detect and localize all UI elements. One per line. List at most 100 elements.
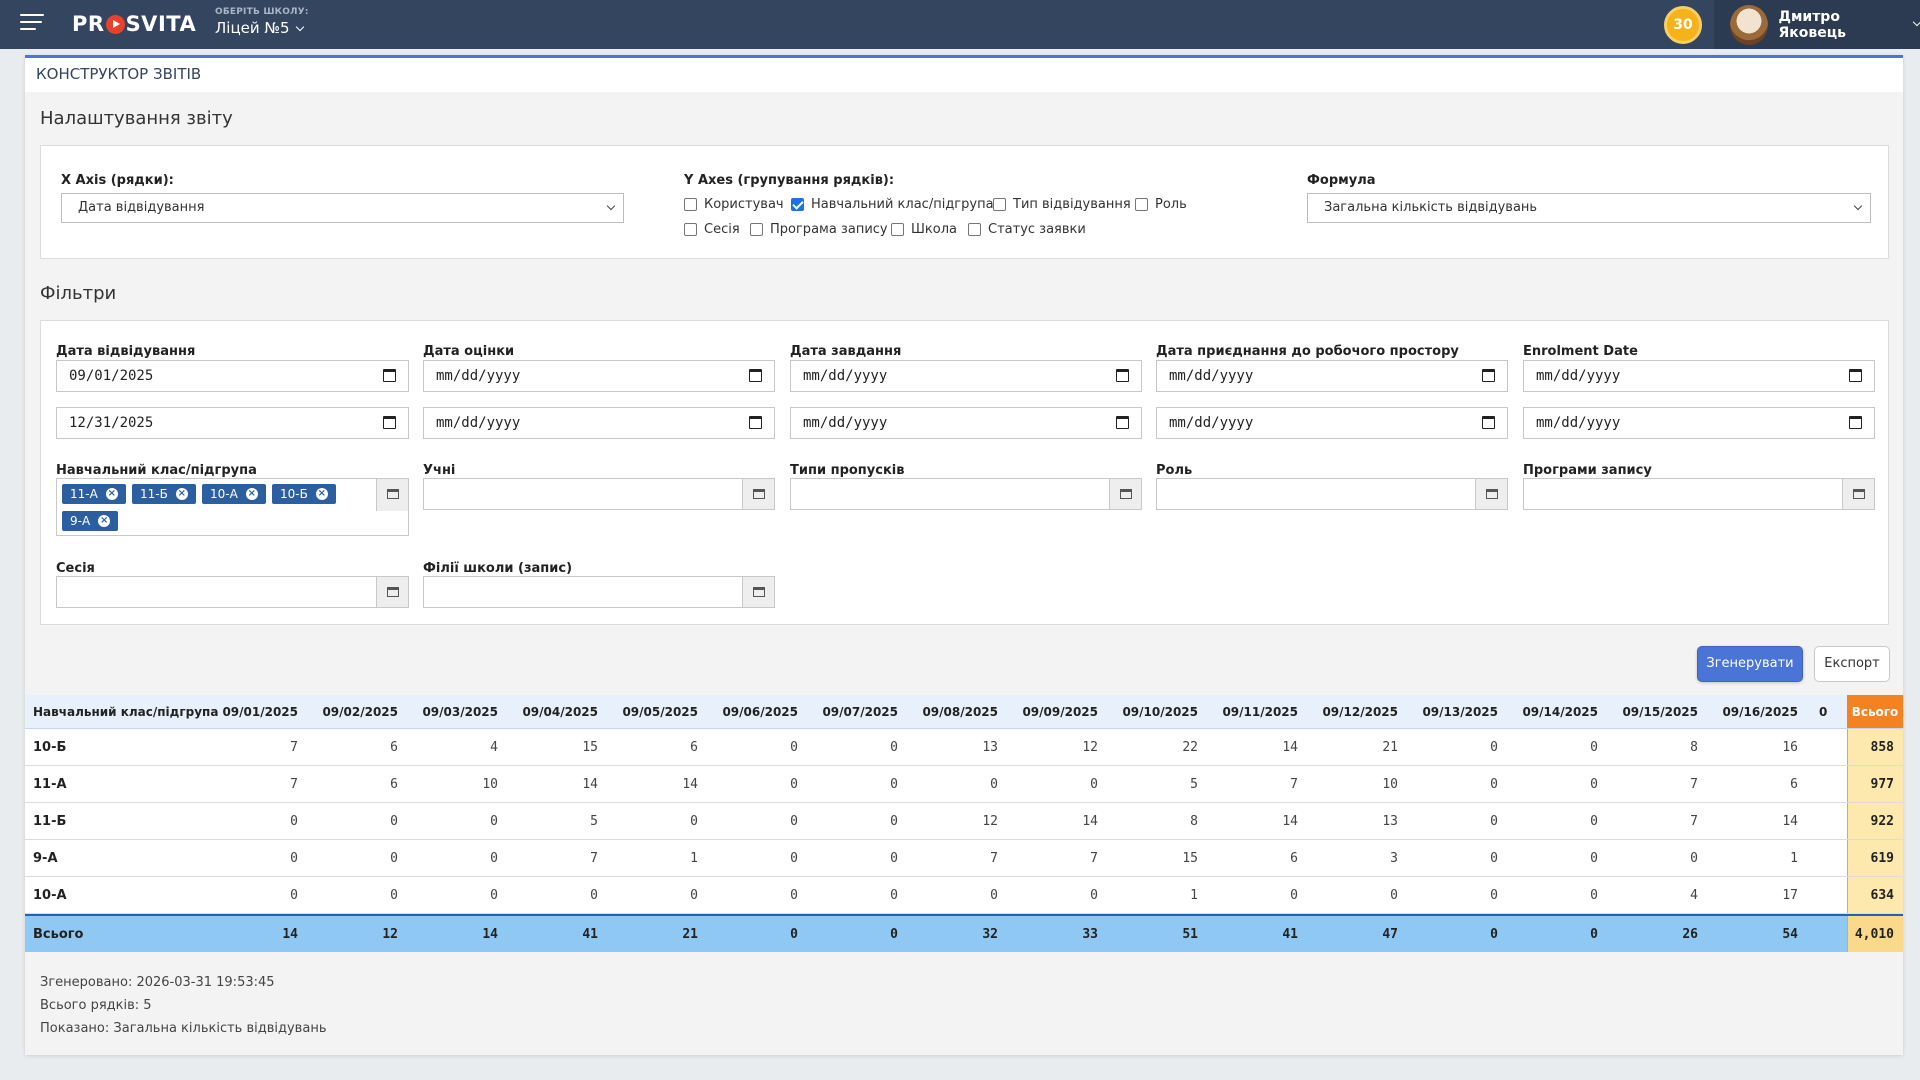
class-tag[interactable]: 10-А × [202, 484, 266, 504]
grade-date-to[interactable]: mm/dd/yyyy [423, 407, 775, 439]
calendar-icon[interactable] [749, 416, 762, 429]
generate-button[interactable]: Згенерувати [1697, 646, 1803, 682]
table-cell: 21 [682, 926, 698, 942]
calendar-icon[interactable] [1849, 369, 1862, 382]
table-cell: 0 [790, 776, 798, 792]
close-icon[interactable]: × [315, 488, 328, 500]
calendar-icon[interactable] [1116, 416, 1129, 429]
table-cell: 7 [290, 739, 298, 755]
table-cell: 3 [1390, 850, 1398, 866]
table-cell: 33 [1082, 926, 1098, 942]
table-cell: 6 [390, 739, 398, 755]
calendar-icon[interactable] [1849, 416, 1862, 429]
menu-icon[interactable] [20, 14, 44, 34]
y-axis-user-checkbox[interactable]: Користувач [684, 197, 784, 212]
table-cell: 0 [1490, 850, 1498, 866]
table-cell: 0 [990, 887, 998, 903]
class-multiselect[interactable]: 11-А × 11-Б × 10-А × 10-Б × 9-А × [56, 478, 409, 536]
calendar-icon[interactable] [1482, 369, 1495, 382]
list-icon [387, 489, 399, 499]
table-header-cell: 09/06/2025 [722, 704, 798, 719]
session-input[interactable] [56, 576, 409, 608]
table-cell: 15 [1182, 850, 1198, 866]
x-axis-select[interactable]: Дата відвідування [61, 193, 624, 223]
workspace-join-date-from[interactable]: mm/dd/yyyy [1156, 360, 1508, 392]
y-axis-attendance-type-checkbox[interactable]: Тип відвідування [993, 197, 1131, 212]
table-cell: 0 [890, 739, 898, 755]
table-cell: 12 [382, 926, 398, 942]
y-axis-session-checkbox[interactable]: Сесія [684, 222, 740, 237]
enrolment-date-to[interactable]: mm/dd/yyyy [1523, 407, 1875, 439]
programs-input[interactable] [1523, 478, 1875, 510]
table-cell: 54 [1782, 926, 1798, 942]
enrolment-date-from[interactable]: mm/dd/yyyy [1523, 360, 1875, 392]
y-axis-school-checkbox[interactable]: Школа [891, 222, 957, 237]
grade-date-from[interactable]: mm/dd/yyyy [423, 360, 775, 392]
close-icon[interactable]: × [175, 488, 188, 500]
branches-input[interactable] [423, 576, 775, 608]
close-icon[interactable]: × [98, 515, 111, 527]
class-tag[interactable]: 11-А × [62, 484, 126, 504]
formula-select[interactable]: Загальна кількість відвідувань [1307, 193, 1871, 223]
filter-attendance-date-label: Дата відвідування [56, 344, 196, 359]
class-tag[interactable]: 9-А × [62, 511, 119, 531]
table-cell: 0 [690, 813, 698, 829]
user-menu[interactable]: Дмитро Яковець [1714, 0, 1920, 49]
table-cell: 0 [1590, 813, 1598, 829]
table-cell: 0 [390, 850, 398, 866]
table-cell: 1 [690, 850, 698, 866]
row-total: 634 [1847, 877, 1903, 913]
absence-types-input[interactable] [790, 478, 1142, 510]
table-header-cell: 09/12/2025 [1322, 704, 1398, 719]
task-date-from[interactable]: mm/dd/yyyy [790, 360, 1142, 392]
class-tag[interactable]: 11-Б × [132, 484, 196, 504]
table-row: 10-А 0 0 0 0 0 0 0 0 0 1 0 0 0 0 4 17 63… [25, 877, 1903, 914]
session-lookup-button[interactable] [376, 577, 408, 607]
logo[interactable]: PR SVITA [72, 12, 196, 36]
table-row: 11-Б 0 0 0 5 0 0 0 12 14 8 14 13 0 0 7 1… [25, 803, 1903, 840]
close-icon[interactable]: × [105, 488, 118, 500]
calendar-icon[interactable] [1482, 416, 1495, 429]
coins-badge[interactable]: 30 [1664, 6, 1702, 44]
table-cell: 7 [1690, 776, 1698, 792]
programs-lookup-button[interactable] [1842, 479, 1874, 509]
table-cell: 7 [1290, 776, 1298, 792]
class-tag[interactable]: 10-Б × [272, 484, 336, 504]
table-cell: 10 [1382, 776, 1398, 792]
task-date-to[interactable]: mm/dd/yyyy [790, 407, 1142, 439]
students-lookup-button[interactable] [742, 479, 774, 509]
export-button[interactable]: Експорт [1814, 646, 1890, 682]
table-totals-row: Всього 14 12 14 41 21 0 0 32 33 51 41 47… [25, 914, 1903, 952]
table-row: 9-А 0 0 0 7 1 0 0 7 7 15 6 3 0 0 0 1 619 [25, 840, 1903, 877]
calendar-icon[interactable] [749, 369, 762, 382]
table-header-cell: 09/04/2025 [522, 704, 598, 719]
attendance-date-from[interactable]: 09/01/2025 [56, 360, 409, 392]
y-axis-role-checkbox[interactable]: Роль [1135, 197, 1187, 212]
table-cell: 0 [390, 887, 398, 903]
school-selector[interactable]: ОБЕРІТЬ ШКОЛУ: Ліцей №5 [215, 7, 309, 37]
table-cell: 17 [1782, 887, 1798, 903]
table-cell: 6 [390, 776, 398, 792]
report-builder-card: КОНСТРУКТОР ЗВІТІВ Налаштування звіту X … [25, 55, 1903, 1055]
role-input[interactable] [1156, 478, 1508, 510]
list-icon [753, 489, 765, 499]
calendar-icon[interactable] [383, 416, 396, 429]
y-axis-program-checkbox[interactable]: Програма запису [750, 222, 888, 237]
close-icon[interactable]: × [245, 488, 258, 500]
workspace-join-date-to[interactable]: mm/dd/yyyy [1156, 407, 1508, 439]
filters-panel: Дата відвідування 09/01/2025 12/31/2025 … [40, 320, 1889, 625]
table-header-cell: 09/07/2025 [822, 704, 898, 719]
table-cell: 0 [1590, 926, 1598, 942]
role-lookup-button[interactable] [1475, 479, 1507, 509]
attendance-date-to[interactable]: 12/31/2025 [56, 407, 409, 439]
y-axis-status-checkbox[interactable]: Статус заявки [968, 222, 1086, 237]
y-axis-class-checkbox[interactable]: Навчальний клас/підгрупа [791, 197, 994, 212]
students-input[interactable] [423, 478, 775, 510]
row-label: Всього [33, 926, 84, 942]
table-cell: 0 [790, 887, 798, 903]
calendar-icon[interactable] [1116, 369, 1129, 382]
absence-types-lookup-button[interactable] [1109, 479, 1141, 509]
branches-lookup-button[interactable] [742, 577, 774, 607]
class-lookup-button[interactable] [376, 479, 408, 511]
calendar-icon[interactable] [383, 369, 396, 382]
